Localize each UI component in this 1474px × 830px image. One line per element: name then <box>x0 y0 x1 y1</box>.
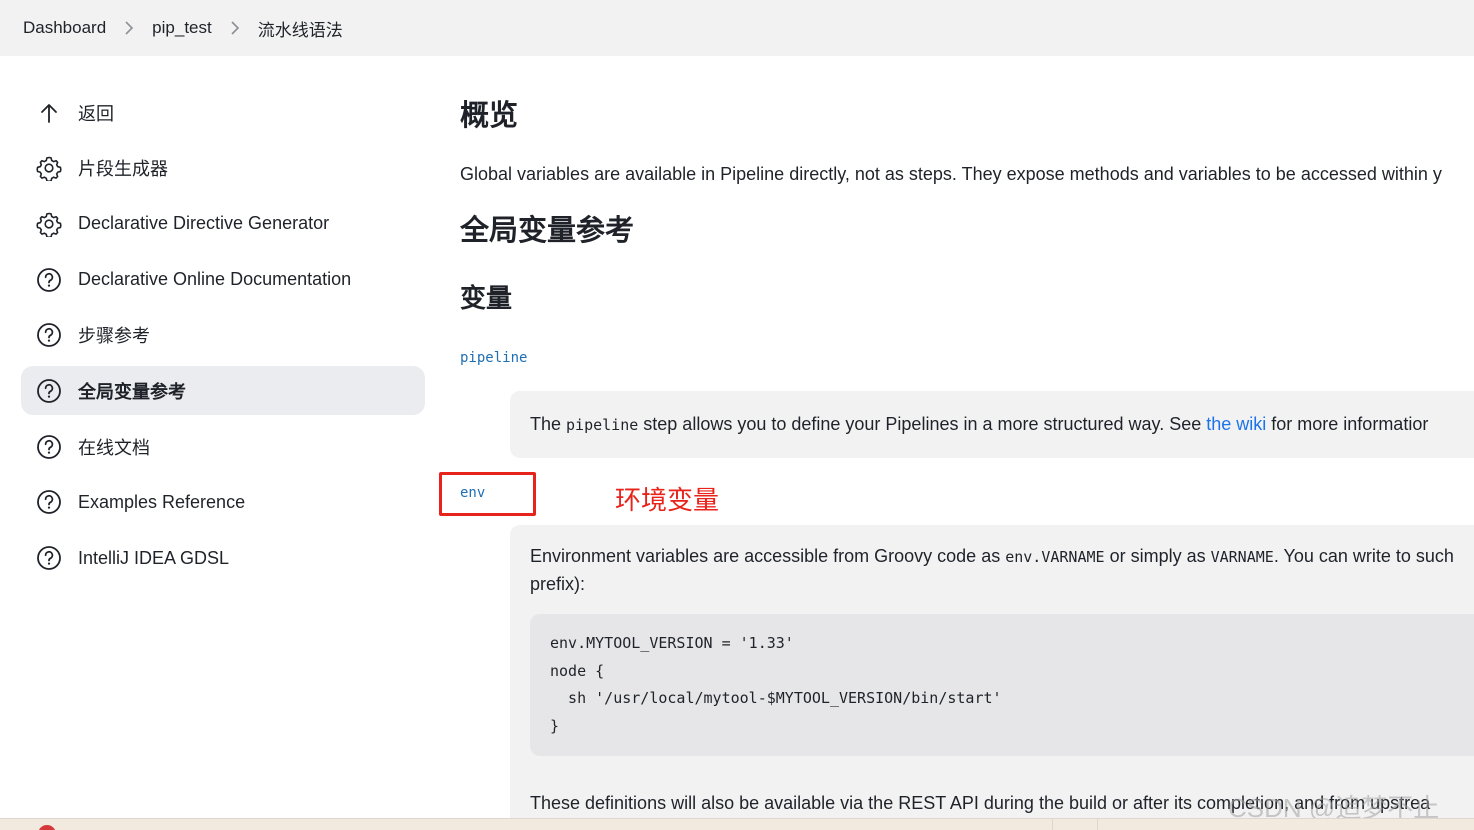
sidebar-item-intellij-idea-gdsl[interactable]: IntelliJ IDEA GDSL <box>21 534 425 583</box>
gear-icon <box>35 210 63 238</box>
sidebar-item-label: 步骤参考 <box>78 326 150 347</box>
breadcrumb-dashboard[interactable]: Dashboard <box>23 18 106 38</box>
help-circle-icon <box>35 321 63 349</box>
sidebar-item-label: Declarative Online Documentation <box>78 269 352 290</box>
sidebar-item-step-reference[interactable]: 步骤参考 <box>21 311 425 360</box>
intro-text: Global variables are available in Pipeli… <box>460 164 1442 184</box>
help-circle-icon <box>35 544 63 572</box>
sidebar-item-label: 全局变量参考 <box>78 381 186 402</box>
help-circle-icon <box>35 433 63 461</box>
sidebar: 返回 片段生成器 Declarative Directive Generator… <box>21 88 425 589</box>
chevron-right-icon <box>230 21 240 35</box>
breadcrumb: Dashboard pip_test 流水线语法 <box>0 0 1474 56</box>
overview-heading: 概览 <box>460 100 519 132</box>
main-content: 概览 Global variables are available in Pip… <box>460 56 1474 830</box>
variables-heading: 变量 <box>460 283 513 313</box>
desc-text: . You can write to such <box>1273 546 1454 566</box>
sidebar-item-label: 返回 <box>78 103 114 124</box>
env-description: Environment variables are accessible fro… <box>510 525 1474 830</box>
global-variable-heading: 全局变量参考 <box>460 215 635 247</box>
variable-link-pipeline[interactable]: pipeline <box>460 350 527 366</box>
code-example: env.MYTOOL_VERSION = '1.33' node { sh '/… <box>530 614 1474 756</box>
desc-text: The <box>530 414 567 434</box>
inline-code: VARNAME <box>1210 548 1274 566</box>
inline-code: env.VARNAME <box>1005 548 1105 566</box>
sidebar-item-label: 在线文档 <box>78 437 150 458</box>
desc-text: or simply as <box>1104 546 1211 566</box>
sidebar-item-snippet-generator[interactable]: 片段生成器 <box>21 144 425 193</box>
env-desc-line-2: prefix): <box>530 574 586 594</box>
taskbar <box>0 818 1474 830</box>
annotation-highlight-box <box>439 472 536 516</box>
taskbar-app-icon[interactable] <box>38 825 56 830</box>
env-desc-line: Environment variables are accessible fro… <box>530 543 1474 571</box>
sidebar-item-examples-reference[interactable]: Examples Reference <box>21 478 425 527</box>
sidebar-item-declarative-online-documentation[interactable]: Declarative Online Documentation <box>21 255 425 304</box>
arrow-up-icon <box>35 99 63 127</box>
desc-text: step allows you to define your Pipelines… <box>638 414 1207 434</box>
annotation-label: 环境变量 <box>615 485 720 515</box>
sidebar-item-declarative-directive-generator[interactable]: Declarative Directive Generator <box>21 199 425 248</box>
taskbar-item[interactable] <box>1052 819 1098 830</box>
inline-code: pipeline <box>566 416 639 434</box>
desc-text: for more informatior <box>1266 414 1429 434</box>
sidebar-item-label: IntelliJ IDEA GDSL <box>78 547 230 568</box>
chevron-right-icon <box>124 21 134 35</box>
pipeline-description: The pipeline step allows you to define y… <box>510 391 1474 458</box>
help-circle-icon <box>35 488 63 516</box>
gear-icon <box>35 154 63 182</box>
sidebar-item-label: 片段生成器 <box>78 159 168 180</box>
help-circle-icon <box>35 266 63 294</box>
breadcrumb-pipeline-syntax[interactable]: 流水线语法 <box>258 16 343 41</box>
sidebar-item-online-docs[interactable]: 在线文档 <box>21 422 425 471</box>
help-circle-icon <box>35 377 63 405</box>
sidebar-item-label: Examples Reference <box>78 491 246 512</box>
wiki-link[interactable]: the wiki <box>1206 414 1266 434</box>
sidebar-item-label: Declarative Directive Generator <box>78 213 330 234</box>
sidebar-item-global-variable-reference[interactable]: 全局变量参考 <box>21 366 425 416</box>
breadcrumb-pip-test[interactable]: pip_test <box>152 18 212 38</box>
desc-text: Environment variables are accessible fro… <box>530 546 1006 566</box>
sidebar-item-back[interactable]: 返回 <box>21 88 425 137</box>
